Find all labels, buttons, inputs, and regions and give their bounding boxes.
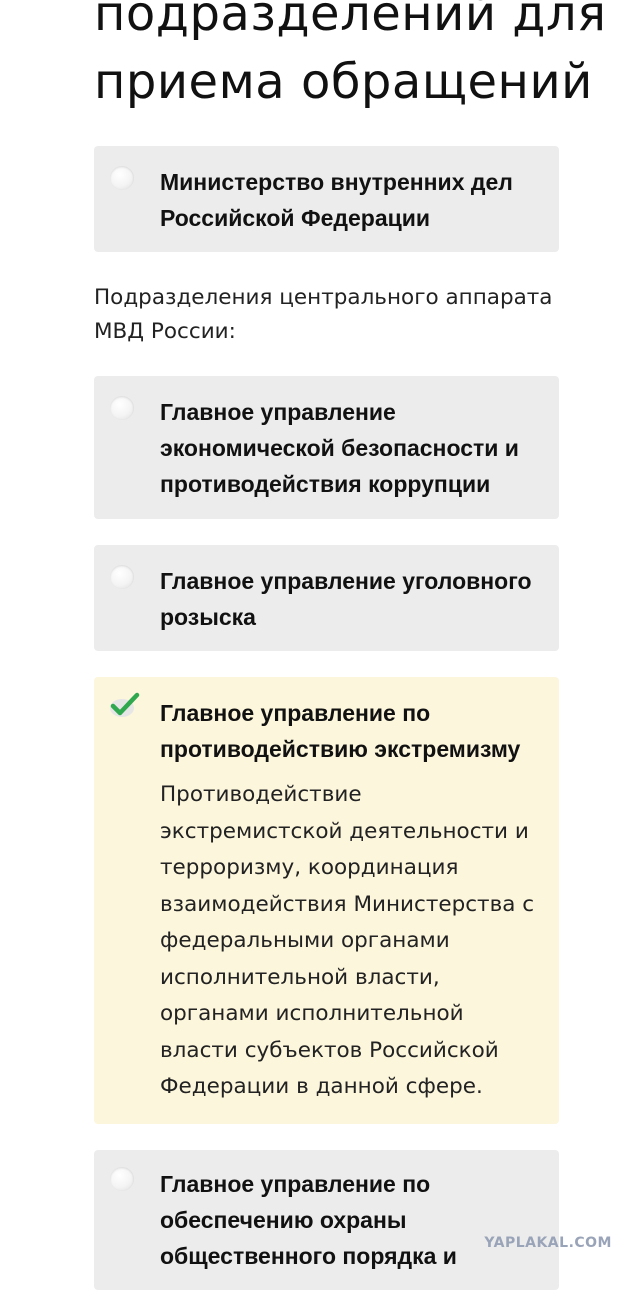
option-public-order[interactable]: Главное управление по обеспечению охраны… bbox=[94, 1150, 559, 1290]
radio-button-icon[interactable] bbox=[110, 1167, 134, 1191]
option-counter-extremism[interactable]: Главное управление по противодействию эк… bbox=[94, 677, 559, 1124]
option-criminal-investigation[interactable]: Главное управление уголовного розыска bbox=[94, 545, 559, 651]
radio-button-icon[interactable] bbox=[110, 396, 134, 420]
checkmark-icon[interactable] bbox=[108, 691, 140, 719]
option-economic-security[interactable]: Главное управление экономической безопас… bbox=[94, 376, 559, 519]
option-label: Министерство внутренних дел Российской Ф… bbox=[160, 169, 513, 231]
option-label: Главное управление по противодействию эк… bbox=[160, 700, 521, 762]
option-description: Противодействие экстремистской деятельно… bbox=[160, 782, 535, 1099]
option-label: Главное управление экономической безопас… bbox=[160, 399, 519, 497]
radio-button-icon[interactable] bbox=[110, 565, 134, 589]
option-label: Главное управление уголовного розыска bbox=[160, 568, 532, 630]
page-title: подразделений для приема обращений bbox=[94, 0, 607, 110]
option-ministry[interactable]: Министерство внутренних дел Российской Ф… bbox=[94, 146, 559, 252]
section-label: Подразделения центрального аппарата МВД … bbox=[94, 285, 553, 344]
option-label: Главное управление по обеспечению охраны… bbox=[160, 1171, 457, 1269]
watermark: YAPLAKAL.COM bbox=[484, 1235, 612, 1251]
radio-button-icon[interactable] bbox=[110, 166, 134, 190]
